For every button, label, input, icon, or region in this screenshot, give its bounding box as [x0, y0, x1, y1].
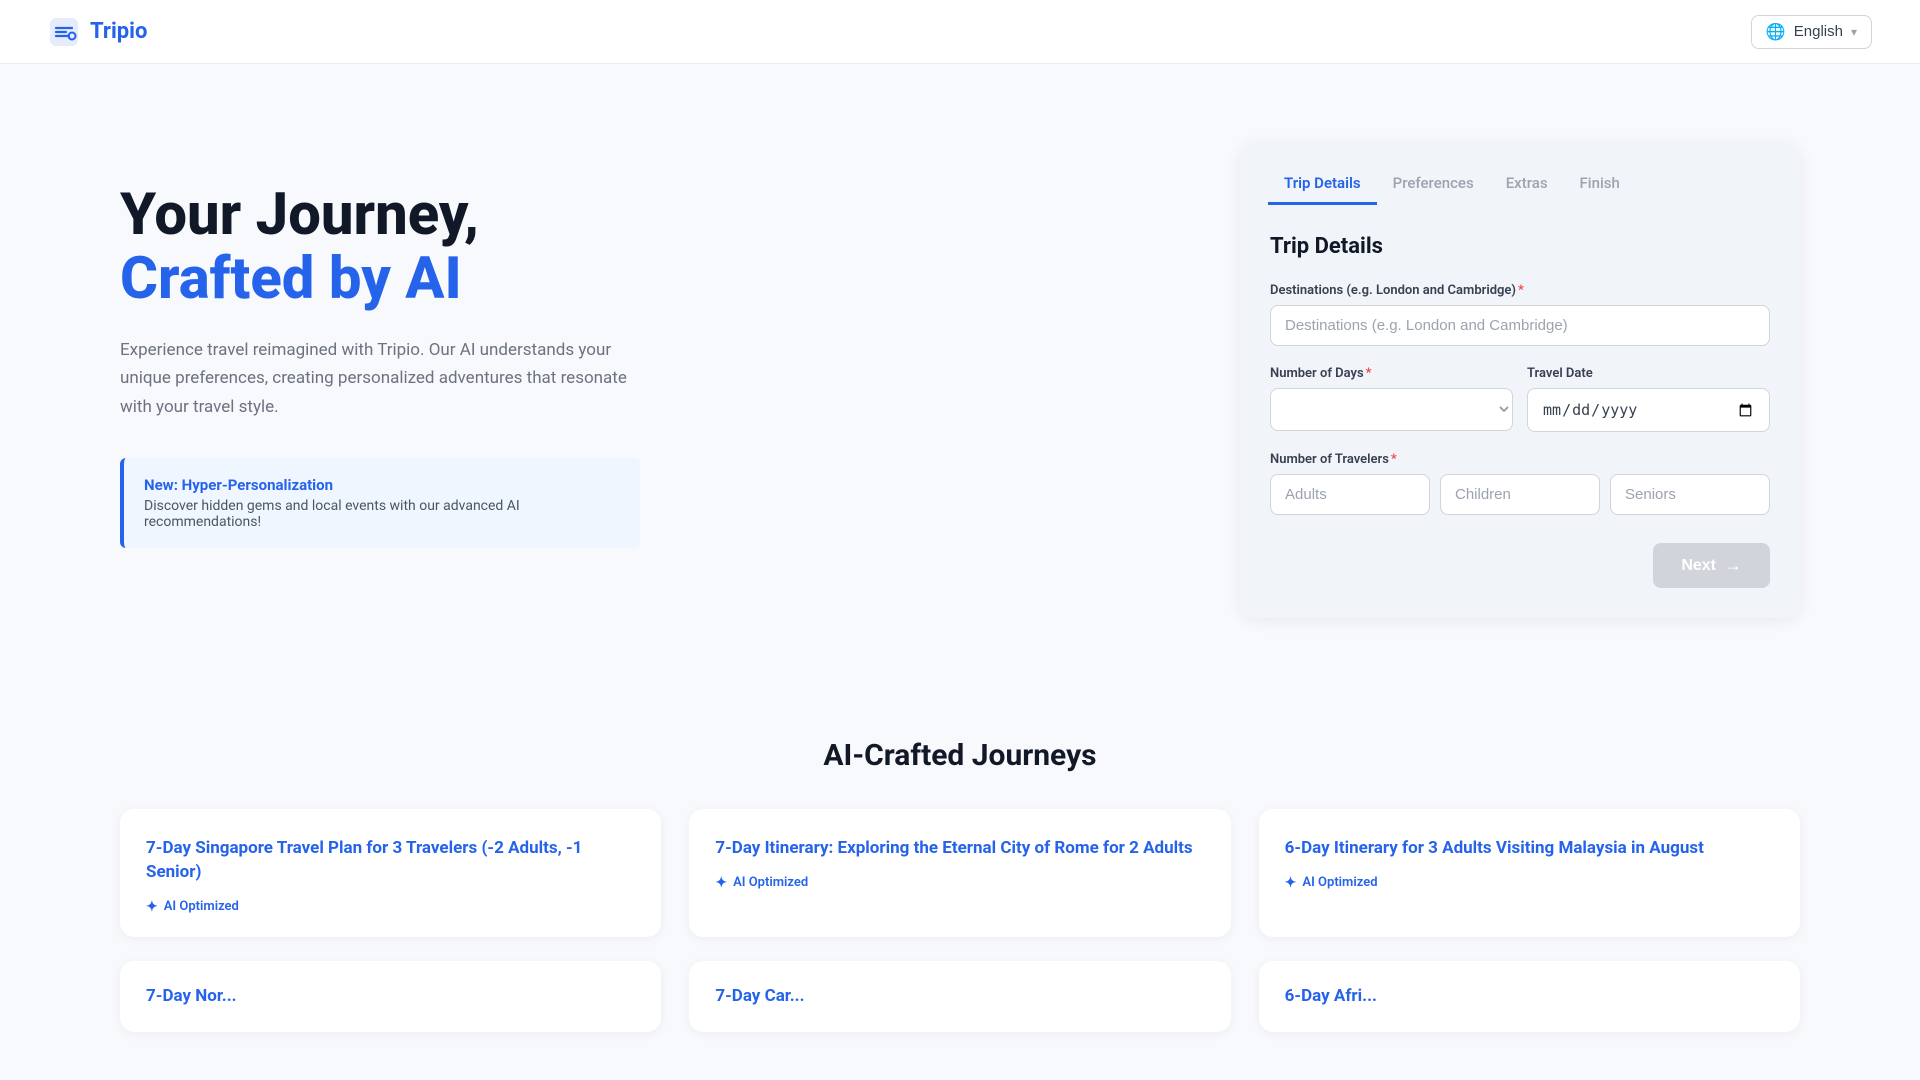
hero-callout: New: Hyper-Personalization Discover hidd… [120, 458, 640, 548]
form-body: Trip Details Destinations (e.g. London a… [1240, 204, 1800, 618]
destinations-group: Destinations (e.g. London and Cambridge)… [1270, 283, 1770, 346]
sparkle-icon-2: ✦ [1285, 875, 1297, 891]
days-label: Number of Days* [1270, 366, 1513, 381]
journey-card-partial-0[interactable]: 7-Day Nor... [120, 961, 661, 1033]
journey-card-partial-title-0: 7-Day Nor... [146, 985, 635, 1009]
ai-badge-1: ✦ AI Optimized [715, 875, 1204, 891]
tab-extras[interactable]: Extras [1490, 164, 1564, 205]
header: Tripio 🌐 English ▾ [0, 0, 1920, 64]
language-selector[interactable]: 🌐 English ▾ [1751, 15, 1872, 49]
children-input[interactable] [1440, 474, 1600, 515]
logo-icon [48, 16, 80, 48]
main-content: Your Journey, Crafted by AI Experience t… [0, 64, 1920, 678]
adults-input[interactable] [1270, 474, 1430, 515]
callout-title: New: Hyper-Personalization [144, 476, 620, 494]
travel-date-input[interactable] [1527, 388, 1770, 432]
hero-title-line1: Your Journey, [120, 181, 479, 249]
journey-card-partial-2[interactable]: 6-Day Afri... [1259, 961, 1800, 1033]
travelers-row [1270, 474, 1770, 515]
days-group: Number of Days* 123 456 78910 [1270, 366, 1513, 432]
callout-desc: Discover hidden gems and local events wi… [144, 498, 620, 530]
journeys-grid-partial: 7-Day Nor... 7-Day Car... 6-Day Afri... [120, 961, 1800, 1033]
tab-finish[interactable]: Finish [1564, 164, 1636, 205]
journey-card-partial-title-1: 7-Day Car... [715, 985, 1204, 1009]
ai-badge-label-0: AI Optimized [164, 899, 239, 914]
travel-date-label: Travel Date [1527, 366, 1770, 381]
logo: Tripio [48, 16, 147, 48]
ai-badge-label-1: AI Optimized [733, 875, 808, 890]
destinations-input[interactable] [1270, 305, 1770, 346]
journey-card-title-0: 7-Day Singapore Travel Plan for 3 Travel… [146, 837, 635, 885]
days-date-row: Number of Days* 123 456 78910 Travel Dat… [1270, 366, 1770, 452]
journey-card-1[interactable]: 7-Day Itinerary: Exploring the Eternal C… [689, 809, 1230, 937]
hero-description: Experience travel reimagined with Tripio… [120, 336, 640, 423]
journey-card-partial-title-2: 6-Day Afri... [1285, 985, 1774, 1009]
hero-section: Your Journey, Crafted by AI Experience t… [120, 144, 1180, 618]
sparkle-icon-0: ✦ [146, 899, 158, 915]
journey-card-partial-1[interactable]: 7-Day Car... [689, 961, 1230, 1033]
hero-title-line2: Crafted by AI [120, 245, 462, 313]
form-tabs: Trip Details Preferences Extras Finish [1240, 144, 1800, 204]
tab-preferences[interactable]: Preferences [1377, 164, 1490, 205]
next-label: Next [1681, 557, 1716, 575]
seniors-input[interactable] [1610, 474, 1770, 515]
sparkle-icon-1: ✦ [715, 875, 727, 891]
journey-card-title-2: 6-Day Itinerary for 3 Adults Visiting Ma… [1285, 837, 1774, 861]
travelers-label: Number of Travelers* [1270, 452, 1770, 467]
tab-trip-details[interactable]: Trip Details [1268, 164, 1377, 205]
journey-card-0[interactable]: 7-Day Singapore Travel Plan for 3 Travel… [120, 809, 661, 937]
chevron-down-icon: ▾ [1851, 25, 1857, 39]
journey-card-2[interactable]: 6-Day Itinerary for 3 Adults Visiting Ma… [1259, 809, 1800, 937]
next-arrow-icon: → [1724, 555, 1742, 576]
travel-date-group: Travel Date [1527, 366, 1770, 432]
trip-form-card: Trip Details Preferences Extras Finish T… [1240, 144, 1800, 618]
next-button[interactable]: Next → [1653, 543, 1770, 588]
journeys-title: AI-Crafted Journeys [120, 738, 1800, 773]
days-select[interactable]: 123 456 78910 [1270, 388, 1513, 431]
journey-card-title-1: 7-Day Itinerary: Exploring the Eternal C… [715, 837, 1204, 861]
language-label: English [1794, 23, 1843, 40]
ai-badge-2: ✦ AI Optimized [1285, 875, 1774, 891]
logo-text: Tripio [90, 19, 147, 44]
form-section-title: Trip Details [1270, 234, 1770, 259]
journeys-grid: 7-Day Singapore Travel Plan for 3 Travel… [120, 809, 1800, 937]
journeys-section: AI-Crafted Journeys 7-Day Singapore Trav… [0, 678, 1920, 1072]
ai-badge-label-2: AI Optimized [1302, 875, 1377, 890]
next-btn-row: Next → [1270, 543, 1770, 588]
ai-badge-0: ✦ AI Optimized [146, 899, 635, 915]
hero-title: Your Journey, Crafted by AI [120, 184, 1180, 312]
destinations-label: Destinations (e.g. London and Cambridge)… [1270, 283, 1770, 298]
travelers-group: Number of Travelers* [1270, 452, 1770, 515]
globe-icon: 🌐 [1766, 22, 1786, 42]
